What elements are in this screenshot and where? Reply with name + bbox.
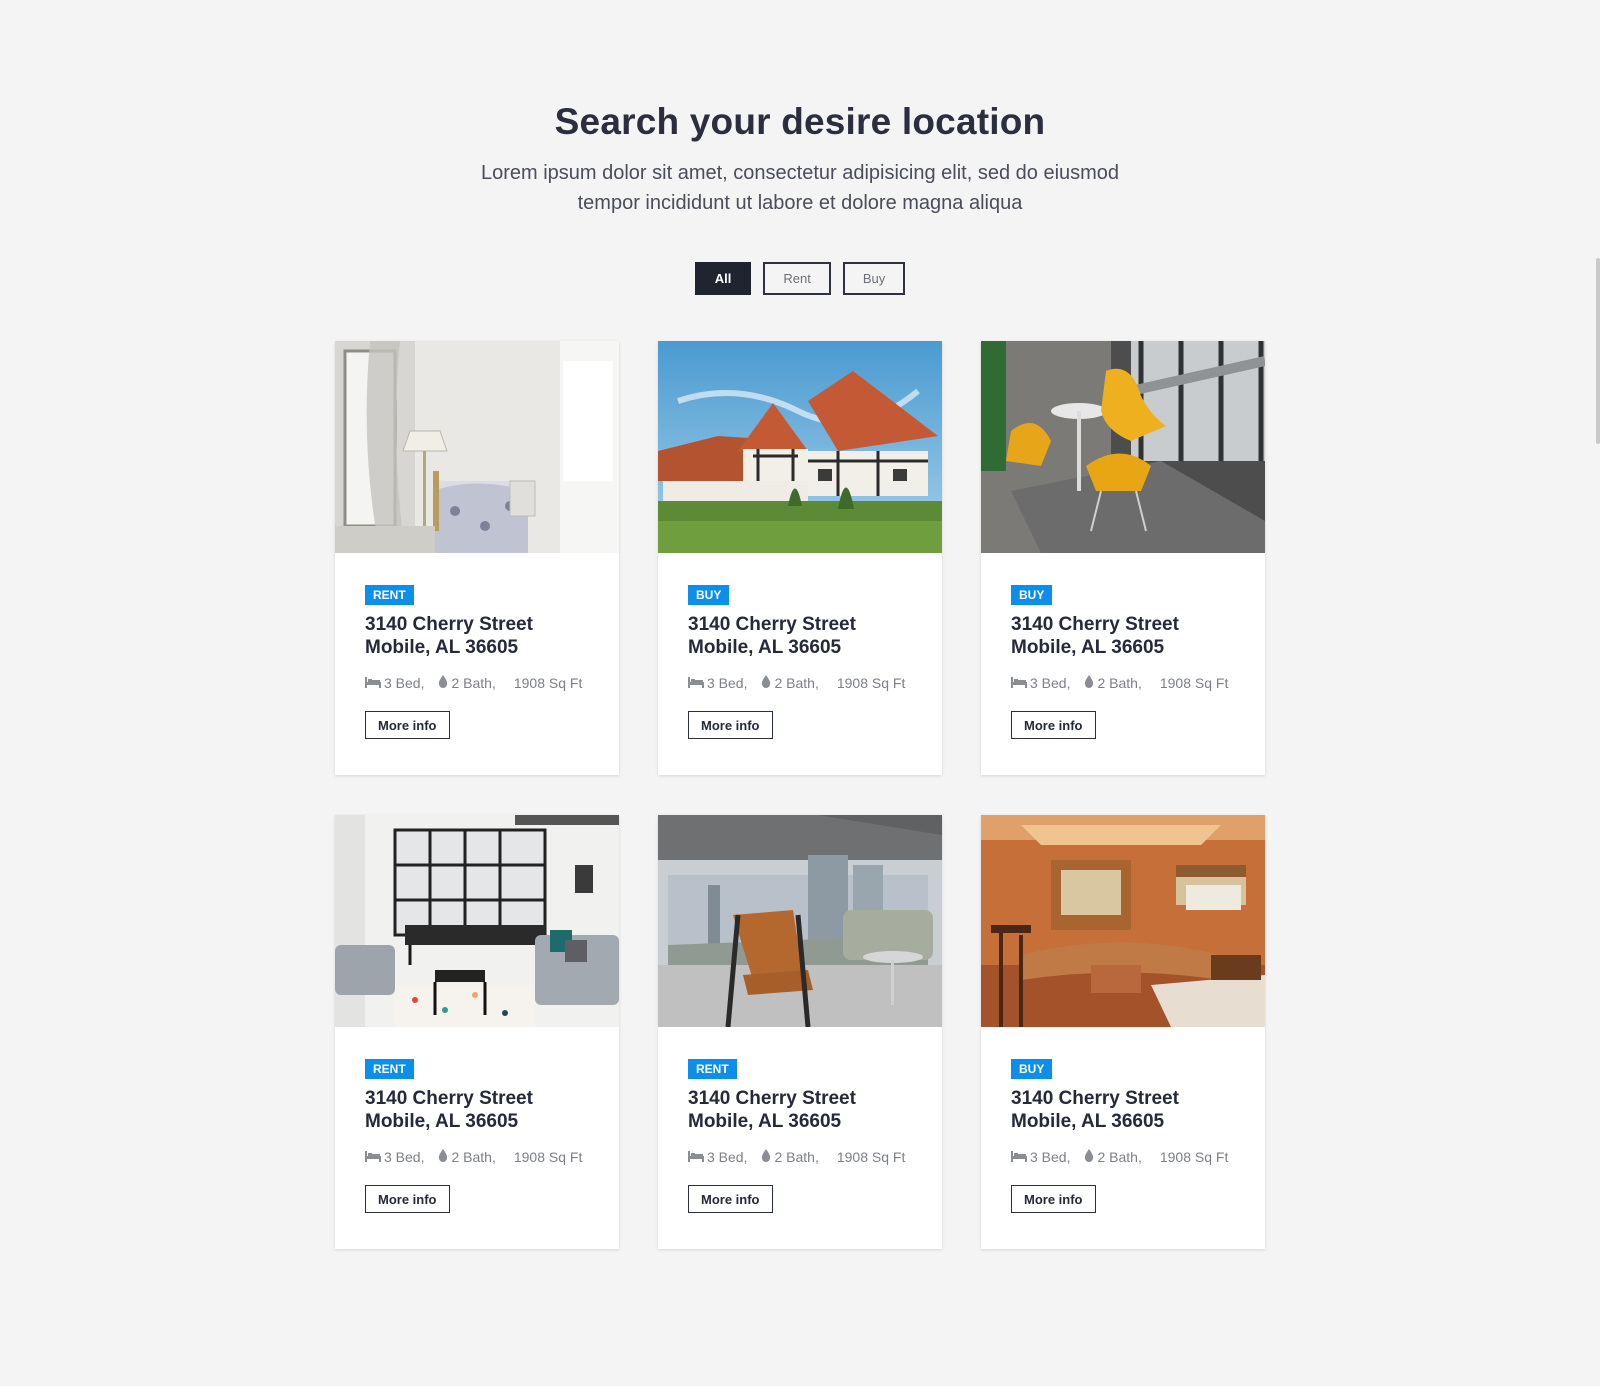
listing-photo-yellow-chairs[interactable] xyxy=(981,341,1265,553)
bed-icon xyxy=(688,675,704,691)
more-info-button[interactable]: More info xyxy=(365,711,450,739)
listing-beds: 3 Bed, xyxy=(384,1149,425,1165)
listing-baths: 2 Bath, xyxy=(451,675,496,691)
listing-baths: 2 Bath, xyxy=(774,675,819,691)
listing-type-badge: RENT xyxy=(688,1059,737,1079)
address-city: Mobile, AL 36605 xyxy=(1011,1111,1165,1132)
listing-type-badge: BUY xyxy=(1011,585,1053,605)
listing-address: 3140 Cherry Street Mobile, AL 36605 xyxy=(1011,1087,1235,1133)
filter-buy-button[interactable]: Buy xyxy=(842,262,906,295)
listing-meta: 3 Bed, 2 Bath, 1908 Sq Ft xyxy=(1011,1149,1235,1165)
bed-icon xyxy=(365,1149,381,1165)
water-drop-icon xyxy=(761,675,771,691)
water-drop-icon xyxy=(1084,1149,1094,1165)
page-scrollbar[interactable] xyxy=(1596,258,1600,444)
listing-card: BUY 3140 Cherry Street Mobile, AL 36605 … xyxy=(981,341,1265,775)
listing-beds: 3 Bed, xyxy=(707,1149,748,1165)
listing-card: BUY 3140 Cherry Street Mobile, AL 36605 … xyxy=(658,341,942,775)
address-city: Mobile, AL 36605 xyxy=(1011,637,1165,658)
water-drop-icon xyxy=(1084,675,1094,691)
listing-area: 1908 Sq Ft xyxy=(1159,1149,1229,1165)
listing-meta: 3 Bed, 2 Bath, 1908 Sq Ft xyxy=(1011,675,1235,691)
filter-all-button[interactable]: All xyxy=(694,262,752,295)
address-city: Mobile, AL 36605 xyxy=(365,1111,519,1132)
listing-baths: 2 Bath, xyxy=(451,1149,496,1165)
listing-photo-living-dining[interactable] xyxy=(335,815,619,1027)
section-title: Search your desire location xyxy=(554,101,1046,142)
more-info-button[interactable]: More info xyxy=(365,1185,450,1213)
listing-card: RENT 3140 Cherry Street Mobile, AL 36605… xyxy=(335,341,619,775)
address-street: 3140 Cherry Street xyxy=(365,1088,533,1109)
listing-address: 3140 Cherry Street Mobile, AL 36605 xyxy=(688,1087,912,1133)
listing-meta: 3 Bed, 2 Bath, 1908 Sq Ft xyxy=(688,1149,912,1165)
address-street: 3140 Cherry Street xyxy=(1011,1088,1179,1109)
listing-type-badge: BUY xyxy=(1011,1059,1053,1079)
listing-beds: 3 Bed, xyxy=(707,675,748,691)
listing-type-badge: BUY xyxy=(688,585,730,605)
listings-grid: RENT 3140 Cherry Street Mobile, AL 36605… xyxy=(335,341,1265,1249)
listing-photo-city-view-lounge[interactable] xyxy=(658,815,942,1027)
bed-icon xyxy=(365,675,381,691)
listing-photo-house-exterior[interactable] xyxy=(658,341,942,553)
listing-photo-bedroom[interactable] xyxy=(335,341,619,553)
listing-meta: 3 Bed, 2 Bath, 1908 Sq Ft xyxy=(365,1149,589,1165)
address-street: 3140 Cherry Street xyxy=(1011,614,1179,635)
listing-address: 3140 Cherry Street Mobile, AL 36605 xyxy=(365,613,589,659)
address-street: 3140 Cherry Street xyxy=(688,614,856,635)
listing-type-badge: RENT xyxy=(365,585,414,605)
listing-area: 1908 Sq Ft xyxy=(513,1149,583,1165)
listing-card: RENT 3140 Cherry Street Mobile, AL 36605… xyxy=(335,815,619,1249)
listing-address: 3140 Cherry Street Mobile, AL 36605 xyxy=(1011,613,1235,659)
more-info-button[interactable]: More info xyxy=(1011,1185,1096,1213)
listing-address: 3140 Cherry Street Mobile, AL 36605 xyxy=(688,613,912,659)
filter-tabs: All Rent Buy xyxy=(0,262,1600,295)
listing-card: RENT 3140 Cherry Street Mobile, AL 36605… xyxy=(658,815,942,1249)
address-street: 3140 Cherry Street xyxy=(688,1088,856,1109)
more-info-button[interactable]: More info xyxy=(688,711,773,739)
address-city: Mobile, AL 36605 xyxy=(365,637,519,658)
more-info-button[interactable]: More info xyxy=(688,1185,773,1213)
listing-meta: 3 Bed, 2 Bath, 1908 Sq Ft xyxy=(688,675,912,691)
listing-card: BUY 3140 Cherry Street Mobile, AL 36605 … xyxy=(981,815,1265,1249)
bed-icon xyxy=(1011,675,1027,691)
listing-baths: 2 Bath, xyxy=(1097,675,1142,691)
more-info-button[interactable]: More info xyxy=(1011,711,1096,739)
listing-beds: 3 Bed, xyxy=(1030,1149,1071,1165)
section-subtitle: Lorem ipsum dolor sit amet, consectetur … xyxy=(480,162,1120,214)
listing-meta: 3 Bed, 2 Bath, 1908 Sq Ft xyxy=(365,675,589,691)
listing-photo-orange-lounge[interactable] xyxy=(981,815,1265,1027)
listing-baths: 2 Bath, xyxy=(774,1149,819,1165)
search-location-section: Search your desire location Lorem ipsum … xyxy=(0,0,1600,295)
bed-icon xyxy=(1011,1149,1027,1165)
address-city: Mobile, AL 36605 xyxy=(688,1111,842,1132)
listing-area: 1908 Sq Ft xyxy=(836,675,906,691)
listing-beds: 3 Bed, xyxy=(1030,675,1071,691)
bed-icon xyxy=(688,1149,704,1165)
listing-type-badge: RENT xyxy=(365,1059,414,1079)
listing-address: 3140 Cherry Street Mobile, AL 36605 xyxy=(365,1087,589,1133)
listing-beds: 3 Bed, xyxy=(384,675,425,691)
filter-rent-button[interactable]: Rent xyxy=(763,262,831,295)
water-drop-icon xyxy=(438,1149,448,1165)
address-city: Mobile, AL 36605 xyxy=(688,637,842,658)
listing-area: 1908 Sq Ft xyxy=(836,1149,906,1165)
listing-area: 1908 Sq Ft xyxy=(1159,675,1229,691)
address-street: 3140 Cherry Street xyxy=(365,614,533,635)
water-drop-icon xyxy=(438,675,448,691)
water-drop-icon xyxy=(761,1149,771,1165)
listing-area: 1908 Sq Ft xyxy=(513,675,583,691)
listing-baths: 2 Bath, xyxy=(1097,1149,1142,1165)
